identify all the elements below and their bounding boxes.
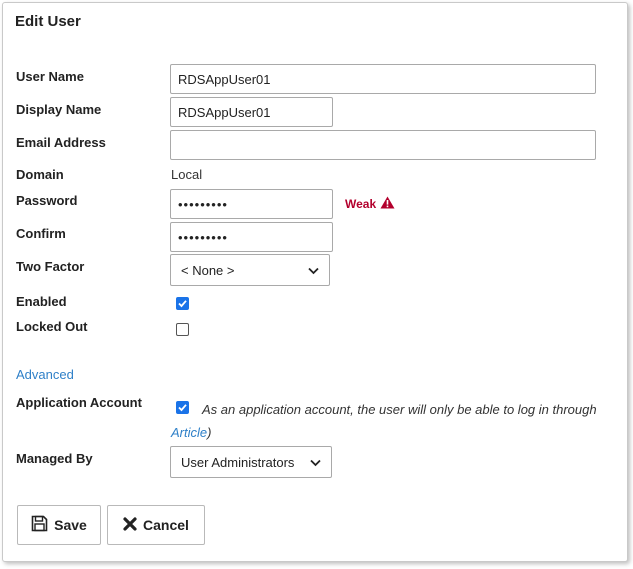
display-name-label: Display Name	[16, 102, 102, 117]
domain-value: Local	[171, 167, 203, 182]
checkmark-icon	[178, 300, 187, 308]
password-label: Password	[16, 193, 78, 208]
application-account-checkbox[interactable]	[176, 401, 189, 414]
application-account-article-line: Article)	[171, 425, 211, 440]
two-factor-label: Two Factor	[16, 259, 85, 274]
email-address-input[interactable]	[170, 130, 596, 160]
locked-out-label: Locked Out	[16, 319, 88, 334]
save-button-label: Save	[54, 517, 87, 533]
save-button[interactable]: Save	[17, 505, 101, 545]
application-account-label: Application Account	[16, 395, 142, 410]
domain-label: Domain	[16, 167, 64, 182]
two-factor-select[interactable]: < None >	[170, 254, 330, 286]
managed-by-select[interactable]: User Administrators	[170, 446, 332, 478]
article-link[interactable]: Article	[171, 425, 207, 440]
display-name-input[interactable]	[170, 97, 333, 127]
warning-icon	[380, 196, 395, 212]
confirm-label: Confirm	[16, 226, 66, 241]
two-factor-value: < None >	[181, 262, 235, 278]
password-strength: Weak	[345, 196, 395, 212]
managed-by-value: User Administrators	[181, 454, 295, 470]
chevron-down-icon	[308, 263, 319, 278]
cancel-button[interactable]: Cancel	[107, 505, 205, 545]
confirm-input[interactable]	[170, 222, 333, 252]
password-input[interactable]	[170, 189, 333, 219]
user-name-label: User Name	[16, 69, 84, 84]
close-icon	[123, 516, 137, 534]
edit-user-dialog: Edit User User Name Display Name Email A…	[2, 2, 628, 562]
floppy-disk-icon	[31, 515, 48, 535]
email-address-label: Email Address	[16, 135, 106, 150]
chevron-down-icon	[310, 455, 321, 470]
locked-out-checkbox[interactable]	[176, 323, 189, 336]
dialog-title: Edit User	[15, 13, 81, 30]
cancel-button-label: Cancel	[143, 517, 189, 533]
password-strength-text: Weak	[345, 197, 377, 211]
application-account-description: As an application account, the user will…	[202, 402, 597, 417]
article-suffix: )	[207, 425, 212, 440]
managed-by-label: Managed By	[16, 451, 93, 466]
user-name-input[interactable]	[170, 64, 596, 94]
checkmark-icon	[178, 404, 187, 412]
enabled-checkbox[interactable]	[176, 297, 189, 310]
enabled-label: Enabled	[16, 294, 67, 309]
advanced-link[interactable]: Advanced	[16, 367, 74, 382]
